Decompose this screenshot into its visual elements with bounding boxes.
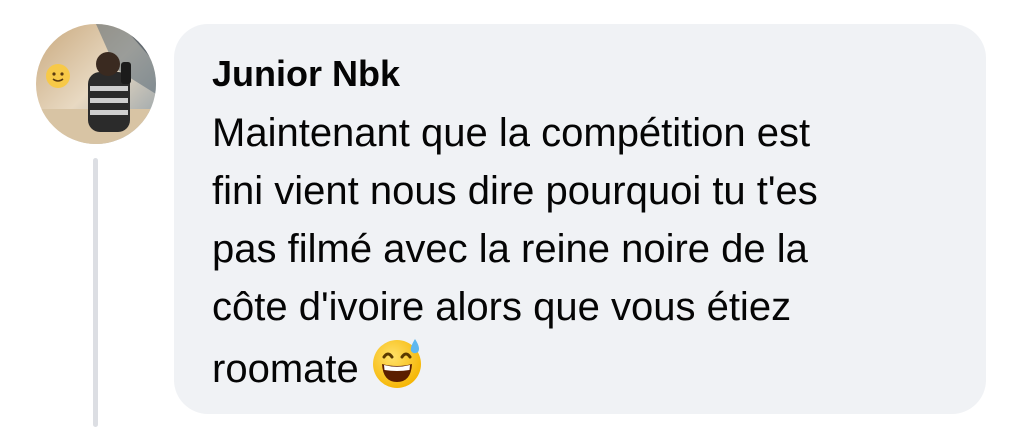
- grinning-face-with-sweat-icon: [372, 339, 421, 388]
- comment-bubble: Junior Nbk Maintenant que la compétition…: [174, 24, 986, 414]
- reply-thread-line: [93, 158, 98, 427]
- comment-text-line: fini vient nous dire pourquoi tu t'es: [212, 169, 818, 213]
- avatar[interactable]: [36, 24, 156, 144]
- comment-text-line: pas filmé avec la reine noire de la: [212, 227, 808, 271]
- comment-container: Junior Nbk Maintenant que la compétition…: [0, 0, 1024, 427]
- comment-text-line: côte d'ivoire alors que vous étiez: [212, 285, 792, 329]
- avatar-image: [36, 24, 156, 144]
- comment-text-line: Maintenant que la compétition est: [212, 111, 811, 155]
- comment-text-line: roomate: [212, 347, 359, 391]
- author-name[interactable]: Junior Nbk: [212, 54, 956, 94]
- comment-text-last-line: roomate: [212, 336, 942, 398]
- comment-text: Maintenant que la compétition est fini v…: [212, 104, 942, 398]
